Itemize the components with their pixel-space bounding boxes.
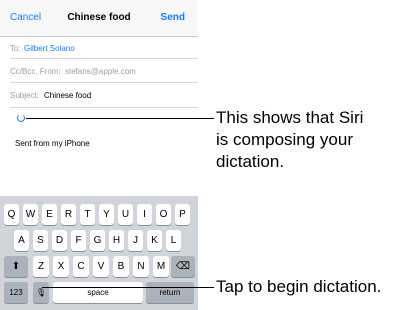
dictation-annotation: Tap to begin dictation.	[216, 277, 382, 296]
from-address: stefans@apple.com	[65, 67, 136, 76]
backspace-key[interactable]: ⌫	[171, 256, 195, 277]
key-m[interactable]: M	[153, 256, 169, 277]
cc-bcc-field[interactable]: Cc/Bcc, From: stefans@apple.com	[10, 59, 198, 83]
subject-value[interactable]: Chinese food	[44, 91, 91, 100]
key-u[interactable]: U	[118, 204, 133, 225]
key-n[interactable]: N	[133, 256, 149, 277]
key-x[interactable]: X	[53, 256, 69, 277]
key-v[interactable]: V	[93, 256, 109, 277]
key-h[interactable]: H	[109, 230, 124, 251]
return-key[interactable]: return	[146, 282, 194, 303]
key-k[interactable]: K	[147, 230, 162, 251]
key-s[interactable]: S	[33, 230, 48, 251]
to-recipient[interactable]: Gilbert Solano	[24, 44, 75, 53]
subject-field[interactable]: Subject: Chinese food	[10, 83, 198, 108]
keyboard: Q W E R T Y U I O P A S D F G H J K L ⬆ …	[0, 196, 198, 310]
email-signature: Sent from my iPhone	[15, 139, 90, 148]
dictation-progress-icon	[17, 114, 25, 122]
dictation-callout-line	[42, 287, 214, 288]
siri-annotation-line-1: This shows that Siri	[216, 108, 364, 127]
key-l[interactable]: L	[166, 230, 181, 251]
key-t[interactable]: T	[80, 204, 95, 225]
key-g[interactable]: G	[90, 230, 105, 251]
nav-bar: Cancel Chinese food Send	[0, 0, 198, 37]
microphone-icon[interactable]: 🎙	[33, 282, 49, 303]
mail-compose-screen: Cancel Chinese food Send To: Gilbert Sol…	[0, 0, 198, 310]
key-r[interactable]: R	[61, 204, 76, 225]
siri-annotation-line-3: dictation.	[216, 152, 285, 171]
key-f[interactable]: F	[71, 230, 86, 251]
key-y[interactable]: Y	[99, 204, 114, 225]
key-o[interactable]: O	[156, 204, 171, 225]
key-a[interactable]: A	[14, 230, 29, 251]
key-z[interactable]: Z	[33, 256, 49, 277]
subject-label: Subject:	[10, 91, 39, 100]
key-p[interactable]: P	[175, 204, 190, 225]
siri-callout-line	[26, 118, 214, 119]
key-j[interactable]: J	[128, 230, 143, 251]
key-q[interactable]: Q	[4, 204, 19, 225]
siri-annotation-line-2: is composing your	[216, 130, 354, 149]
key-c[interactable]: C	[73, 256, 89, 277]
numbers-key[interactable]: 123	[4, 282, 28, 303]
to-label: To:	[10, 44, 21, 53]
key-w[interactable]: W	[23, 204, 38, 225]
to-field[interactable]: To: Gilbert Solano	[10, 36, 198, 59]
key-b[interactable]: B	[113, 256, 129, 277]
send-button[interactable]: Send	[161, 12, 185, 23]
key-i[interactable]: I	[137, 204, 152, 225]
space-key[interactable]: space	[53, 282, 143, 303]
shift-key[interactable]: ⬆	[4, 256, 28, 277]
key-d[interactable]: D	[52, 230, 67, 251]
key-e[interactable]: E	[42, 204, 57, 225]
cc-label: Cc/Bcc, From:	[10, 67, 61, 76]
